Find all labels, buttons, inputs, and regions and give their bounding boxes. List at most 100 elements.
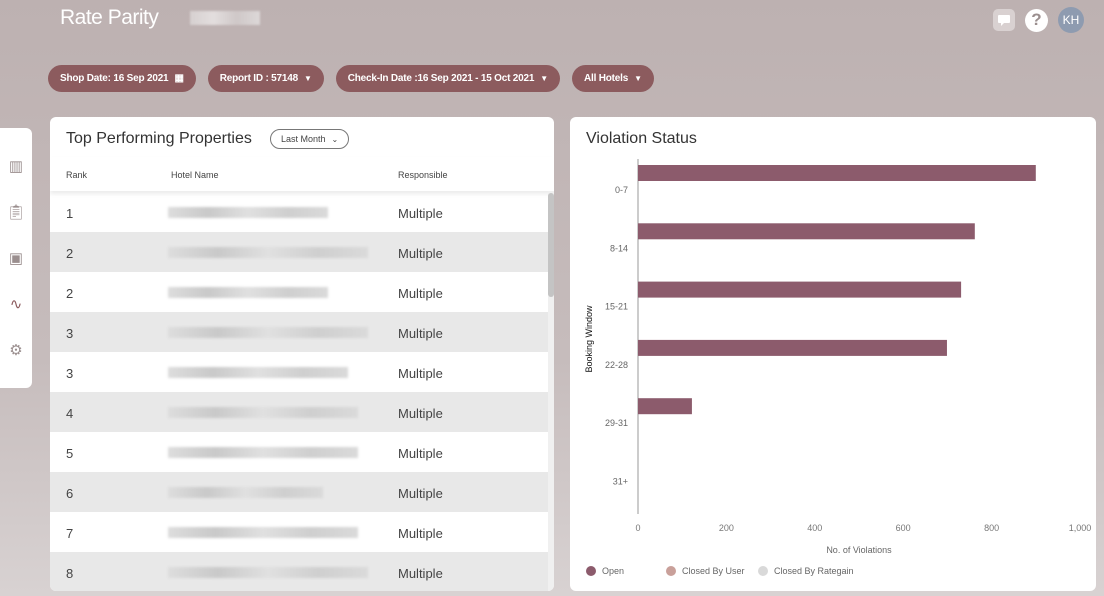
responsible: Multiple xyxy=(398,286,443,301)
table-row[interactable]: 8 Multiple xyxy=(50,552,548,591)
settings-icon[interactable]: ⚙ xyxy=(9,342,22,360)
x-tick-label: 400 xyxy=(807,523,822,533)
scrollbar[interactable] xyxy=(548,191,554,591)
top-performing-card: Top Performing Properties Last Month ⌄ Ra… xyxy=(50,117,554,591)
scrollbar-thumb[interactable] xyxy=(548,193,554,297)
checkin-date-label: Check-In Date :16 Sep 2021 - 15 Oct 2021 xyxy=(347,73,535,84)
legend-label[interactable]: Open xyxy=(602,566,624,576)
rank: 8 xyxy=(66,566,74,581)
caret-down-icon: ▼ xyxy=(634,74,642,83)
checkin-date-filter[interactable]: Check-In Date :16 Sep 2021 - 15 Oct 2021… xyxy=(335,65,560,92)
table-row[interactable]: 3 Multiple xyxy=(50,352,548,392)
responsible: Multiple xyxy=(398,326,443,341)
calendar-icon: ▦ xyxy=(174,73,184,84)
shop-date-label: Shop Date: 16 Sep 2021 xyxy=(60,73,169,84)
hotel-name-redacted xyxy=(168,327,368,338)
responsible: Multiple xyxy=(398,366,443,381)
hotel-name-redacted xyxy=(168,287,328,298)
period-dropdown[interactable]: Last Month ⌄ xyxy=(270,129,350,149)
app-title: Rate Parity xyxy=(60,6,159,29)
bar-open[interactable] xyxy=(638,281,962,298)
hotels-filter[interactable]: All Hotels ▼ xyxy=(571,65,654,92)
rank: 2 xyxy=(66,286,74,301)
responsible: Multiple xyxy=(398,246,443,261)
table-row[interactable]: 1 Multiple xyxy=(50,192,548,232)
property-name-redacted xyxy=(190,11,260,25)
responsible: Multiple xyxy=(398,526,443,541)
rank: 3 xyxy=(66,326,74,341)
legend-marker[interactable] xyxy=(586,566,596,576)
table-row[interactable]: 2 Multiple xyxy=(50,232,548,272)
responsible: Multiple xyxy=(398,406,443,421)
analytics-icon[interactable]: ∿ xyxy=(10,296,23,314)
chevron-down-icon: ⌄ xyxy=(331,134,339,144)
y-tick-label: 8-14 xyxy=(610,243,628,253)
responsible: Multiple xyxy=(398,566,443,581)
violation-status-card: Violation Status 0-7 8-14 15-21 22-28 29-31 3… xyxy=(570,117,1096,591)
table-row[interactable]: 3 Multiple xyxy=(50,312,548,352)
col-responsible[interactable]: Responsible xyxy=(398,170,448,180)
hotel-name-redacted xyxy=(168,527,358,538)
x-axis-title: No. of Violations xyxy=(826,545,892,555)
hotel-name-redacted xyxy=(168,247,368,258)
period-label: Last Month xyxy=(281,134,326,144)
rank: 3 xyxy=(66,366,74,381)
rank: 7 xyxy=(66,526,74,541)
table-row[interactable]: 4 Multiple xyxy=(50,392,548,432)
report-id-filter[interactable]: Report ID : 57148 ▼ xyxy=(207,65,324,92)
legend-marker[interactable] xyxy=(758,566,768,576)
rank: 4 xyxy=(66,406,74,421)
hotel-name-redacted xyxy=(168,367,348,378)
table-row[interactable]: 7 Multiple xyxy=(50,512,548,552)
y-tick-label: 15-21 xyxy=(605,302,628,312)
hotel-name-redacted xyxy=(168,567,368,578)
y-axis-title: Booking Window xyxy=(584,305,594,373)
hotels-label: All Hotels xyxy=(583,73,629,84)
hotel-name-redacted xyxy=(168,207,328,218)
y-tick-label: 0-7 xyxy=(615,185,628,195)
bar-open[interactable] xyxy=(638,339,947,356)
legend-marker[interactable] xyxy=(666,566,676,576)
shop-date-filter[interactable]: Shop Date: 16 Sep 2021 ▦ xyxy=(48,65,196,92)
responsible: Multiple xyxy=(398,486,443,501)
calendar-clock-icon[interactable]: ▣ xyxy=(9,250,23,268)
legend-label[interactable]: Closed By Rategain xyxy=(774,566,854,576)
hotel-name-redacted xyxy=(168,487,323,498)
rank: 6 xyxy=(66,486,74,501)
chat-icon[interactable] xyxy=(993,9,1015,31)
legend-label[interactable]: Closed By User xyxy=(682,566,745,576)
report-id-label: Report ID : 57148 xyxy=(219,73,298,84)
help-icon[interactable]: ? xyxy=(1025,8,1048,32)
violation-chart: 0-7 8-14 15-21 22-28 29-31 31+ 0 200 400 600 800 1,… xyxy=(584,159,1091,576)
hotel-name-redacted xyxy=(168,447,358,458)
responsible: Multiple xyxy=(398,206,443,221)
table-row[interactable]: 5 Multiple xyxy=(50,432,548,472)
user-avatar[interactable]: KH xyxy=(1058,7,1084,33)
caret-down-icon: ▼ xyxy=(540,74,548,83)
table-header: Rank Hotel Name Responsible xyxy=(50,157,554,191)
bar-open[interactable] xyxy=(638,223,975,240)
x-tick-label: 800 xyxy=(984,523,999,533)
dashboard-icon[interactable]: ▥ xyxy=(9,158,23,176)
y-tick-label: 29-31 xyxy=(605,418,628,428)
bar-open[interactable] xyxy=(638,165,1036,181)
rank: 2 xyxy=(66,246,74,261)
rank: 1 xyxy=(66,206,74,221)
x-tick-label: 600 xyxy=(896,523,911,533)
responsible: Multiple xyxy=(398,446,443,461)
col-rank[interactable]: Rank xyxy=(66,170,87,180)
card-title: Top Performing Properties xyxy=(66,130,252,147)
clipboard-icon[interactable]: 📋︎ xyxy=(6,204,25,222)
bar-open[interactable] xyxy=(638,398,692,415)
sidebar: ▥ 📋︎ ▣ ∿ ⚙ xyxy=(0,128,32,388)
y-tick-label: 22-28 xyxy=(605,360,628,370)
table-row[interactable]: 6 Multiple xyxy=(50,472,548,512)
col-hotel-name[interactable]: Hotel Name xyxy=(171,170,219,180)
table-row[interactable]: 2 Multiple xyxy=(50,272,548,312)
y-tick-label: 31+ xyxy=(613,477,628,487)
rank: 5 xyxy=(66,446,74,461)
x-tick-label: 0 xyxy=(635,523,640,533)
hotel-name-redacted xyxy=(168,407,358,418)
caret-down-icon: ▼ xyxy=(303,74,312,83)
x-tick-label: 200 xyxy=(719,523,734,533)
